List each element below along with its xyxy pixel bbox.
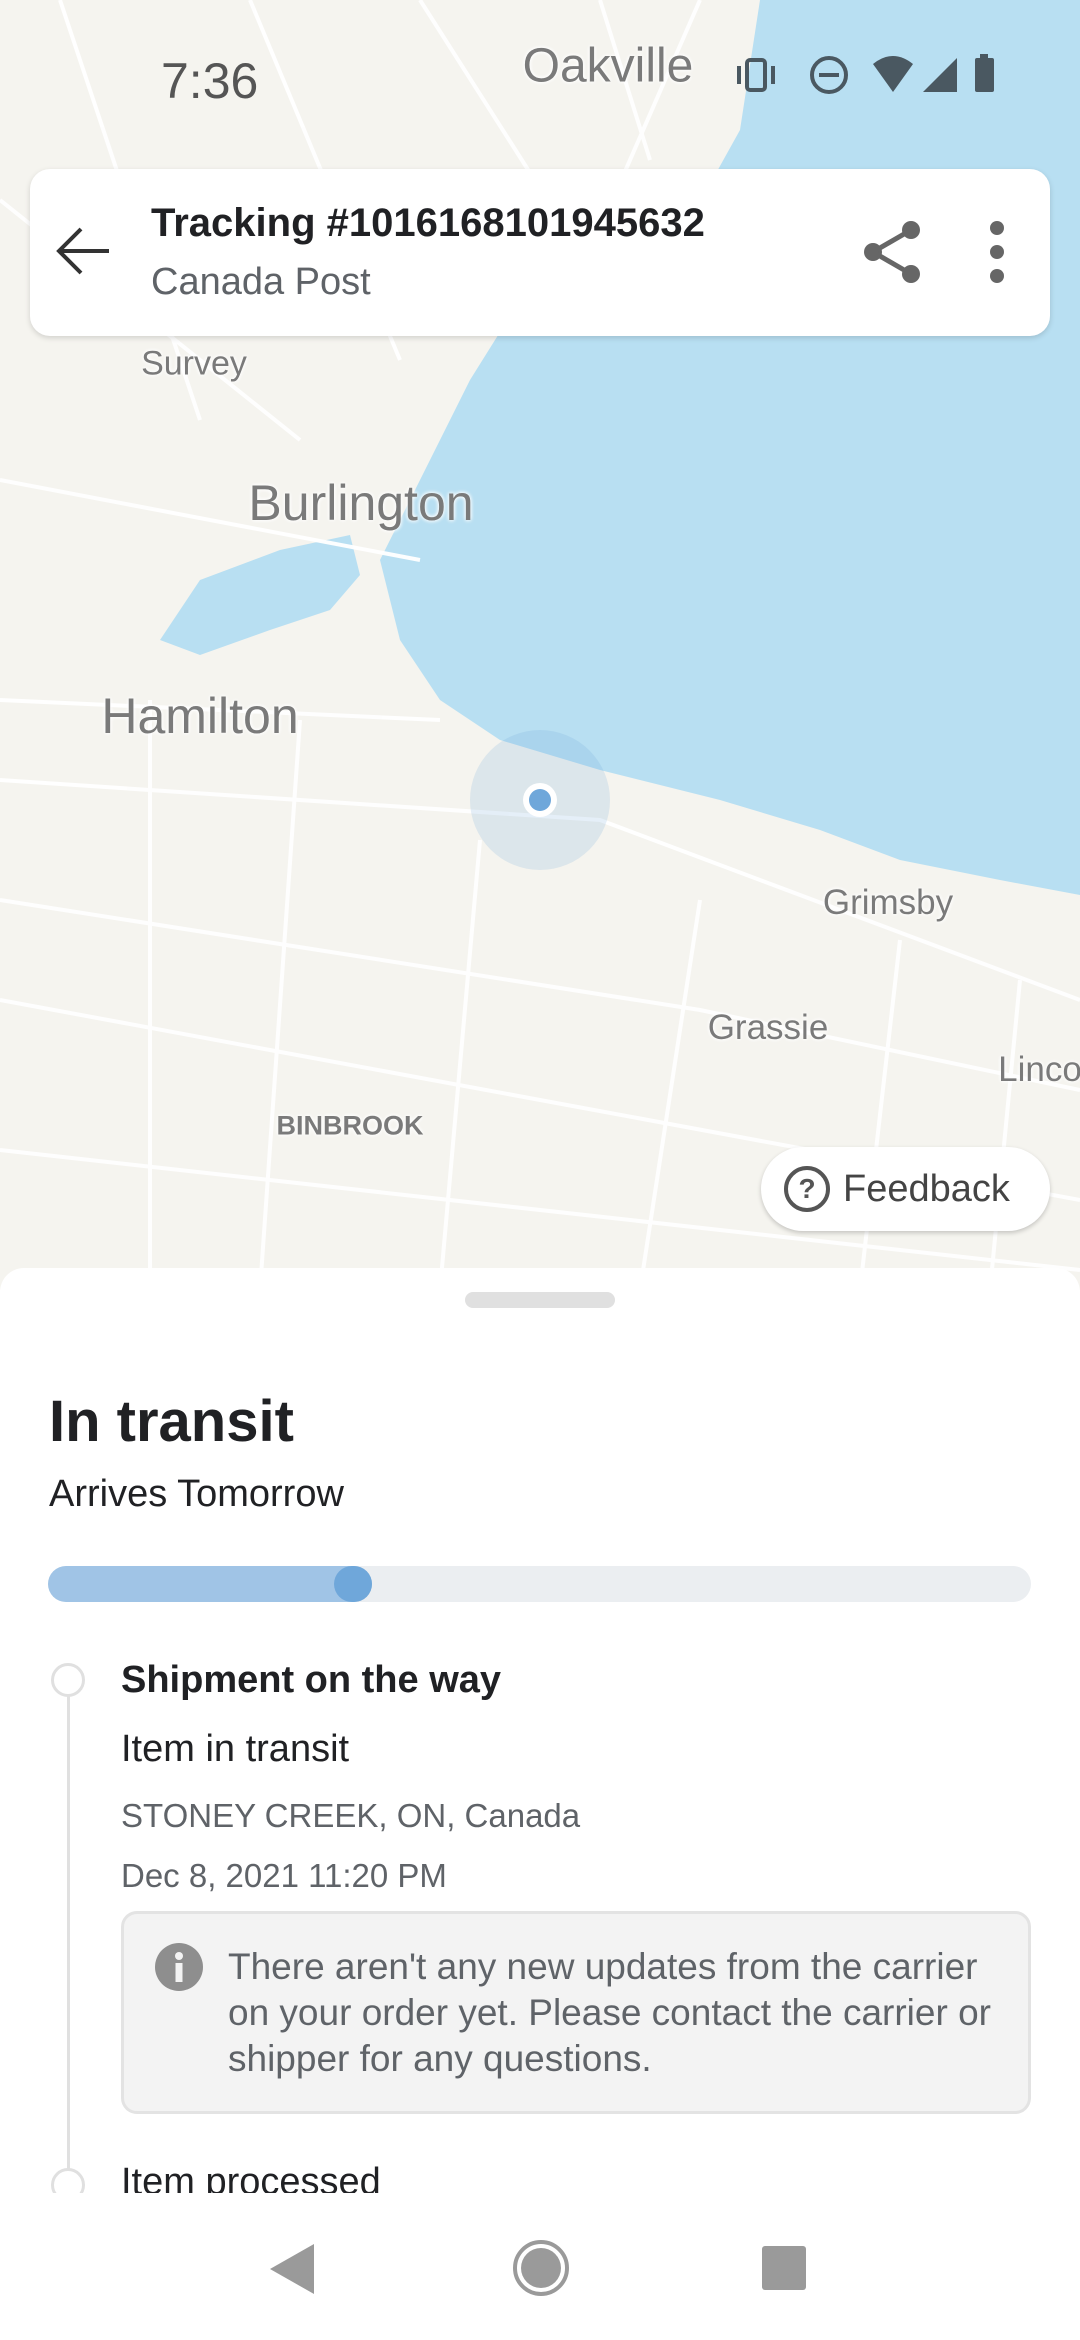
share-button[interactable] (853, 212, 933, 292)
map-label-survey: Survey (141, 344, 247, 383)
nav-home-icon[interactable] (512, 2239, 570, 2297)
status-bar: 7:36 (0, 0, 1080, 150)
svg-text:?: ? (798, 1173, 815, 1204)
timeline-line (67, 1680, 70, 2180)
map-label-grimsby: Grimsby (822, 883, 954, 922)
no-updates-notice: There aren't any new updates from the ca… (121, 1911, 1031, 2114)
tracking-header: Tracking #1016168101945632 Canada Post (30, 169, 1050, 336)
map-label-grassie: Grassie (707, 1008, 829, 1047)
feedback-button[interactable]: ? Feedback (761, 1147, 1050, 1231)
map-label-burlington: Burlington (248, 475, 474, 531)
hamilton-harbour (160, 535, 360, 655)
delivery-eta: Arrives Tomorrow (49, 1473, 344, 1515)
tracking-bottom-sheet: In transit Arrives Tomorrow Shipment on … (0, 1268, 1080, 2340)
info-icon (155, 1943, 203, 1991)
vibrate-icon (737, 58, 775, 92)
progress-fill (48, 1566, 373, 1602)
sheet-drag-handle[interactable] (465, 1292, 615, 1308)
feedback-label: Feedback (843, 1167, 1010, 1210)
tracking-number: Tracking #1016168101945632 (151, 201, 705, 245)
shipment-status: In transit (49, 1389, 294, 1454)
timeline-dot (51, 1663, 85, 1697)
event-location: STONEY CREEK, ON, Canada (121, 1797, 581, 1834)
share-icon (864, 221, 920, 283)
map-label-binbrook: BINBROOK (276, 1110, 424, 1141)
do-not-disturb-icon (810, 56, 848, 94)
carrier-name: Canada Post (151, 261, 371, 303)
status-icons (737, 54, 994, 94)
progress-marker (334, 1566, 373, 1602)
location-dot (529, 789, 551, 811)
nav-recents-icon[interactable] (760, 2244, 808, 2292)
event-title: Shipment on the way (121, 1659, 502, 1701)
delivery-progress-bar (48, 1566, 1031, 1602)
cell-signal-icon (923, 58, 957, 92)
notice-text: There aren't any new updates from the ca… (228, 1946, 991, 2079)
more-options-button[interactable] (957, 212, 1037, 292)
map-label-linco: Linco (998, 1050, 1080, 1089)
wifi-icon (873, 56, 913, 92)
battery-icon (975, 54, 994, 92)
nav-back-icon[interactable] (266, 2242, 316, 2296)
map-label-hamilton: Hamilton (101, 688, 299, 744)
system-nav-bar (0, 2196, 1080, 2340)
arrow-left-icon (56, 227, 109, 275)
event-datetime: Dec 8, 2021 11:20 PM (121, 1857, 447, 1894)
event-detail: Item in transit (121, 1728, 350, 1770)
more-vert-icon (990, 221, 1004, 283)
help-circle-icon: ? (784, 1166, 830, 1212)
status-time: 7:36 (161, 53, 259, 109)
back-button[interactable] (43, 211, 123, 291)
